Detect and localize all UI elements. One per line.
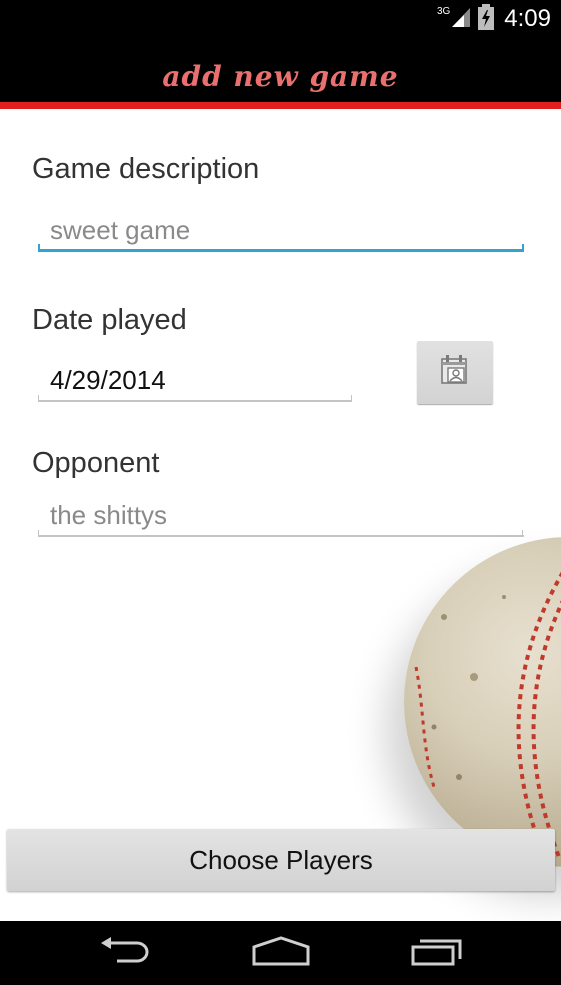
clock: 4:09: [504, 5, 551, 32]
back-button[interactable]: [80, 921, 170, 985]
form-content: Game description sweet game Date played …: [0, 109, 561, 921]
accent-divider: [0, 102, 561, 109]
date-played-underline: [38, 400, 352, 402]
status-icons: 3G 4:09: [437, 0, 551, 38]
opponent-input[interactable]: the shittys: [38, 496, 524, 534]
calendar-icon: [438, 353, 472, 392]
page-title: add new game: [162, 59, 399, 93]
game-description-underline-right: [522, 244, 524, 252]
signal-icon: [450, 6, 472, 33]
game-description-label: Game description: [32, 153, 260, 185]
recents-icon: [409, 935, 465, 972]
action-bar: add new game: [0, 38, 561, 102]
date-played-input[interactable]: 4/29/2014: [38, 361, 352, 399]
status-bar: 3G 4:09: [0, 0, 561, 38]
date-played-label: Date played: [32, 304, 187, 336]
date-played-underline-left: [38, 395, 39, 402]
opponent-underline-left: [38, 530, 39, 537]
opponent-underline-right: [522, 530, 523, 537]
game-description-underline: [38, 249, 524, 252]
opponent-label: Opponent: [32, 447, 160, 479]
choose-players-button[interactable]: Choose Players: [7, 829, 555, 891]
game-description-underline-left: [38, 244, 40, 252]
date-played-underline-right: [351, 395, 352, 402]
back-icon: [97, 935, 153, 972]
network-type-label: 3G: [436, 5, 451, 17]
home-icon: [251, 935, 311, 972]
date-picker-button[interactable]: [417, 341, 493, 404]
battery-icon: [478, 3, 495, 35]
baseball-image: [404, 537, 561, 867]
navigation-bar: [0, 921, 561, 985]
home-button[interactable]: [236, 921, 326, 985]
recents-button[interactable]: [392, 921, 482, 985]
game-description-input[interactable]: sweet game: [38, 211, 524, 249]
